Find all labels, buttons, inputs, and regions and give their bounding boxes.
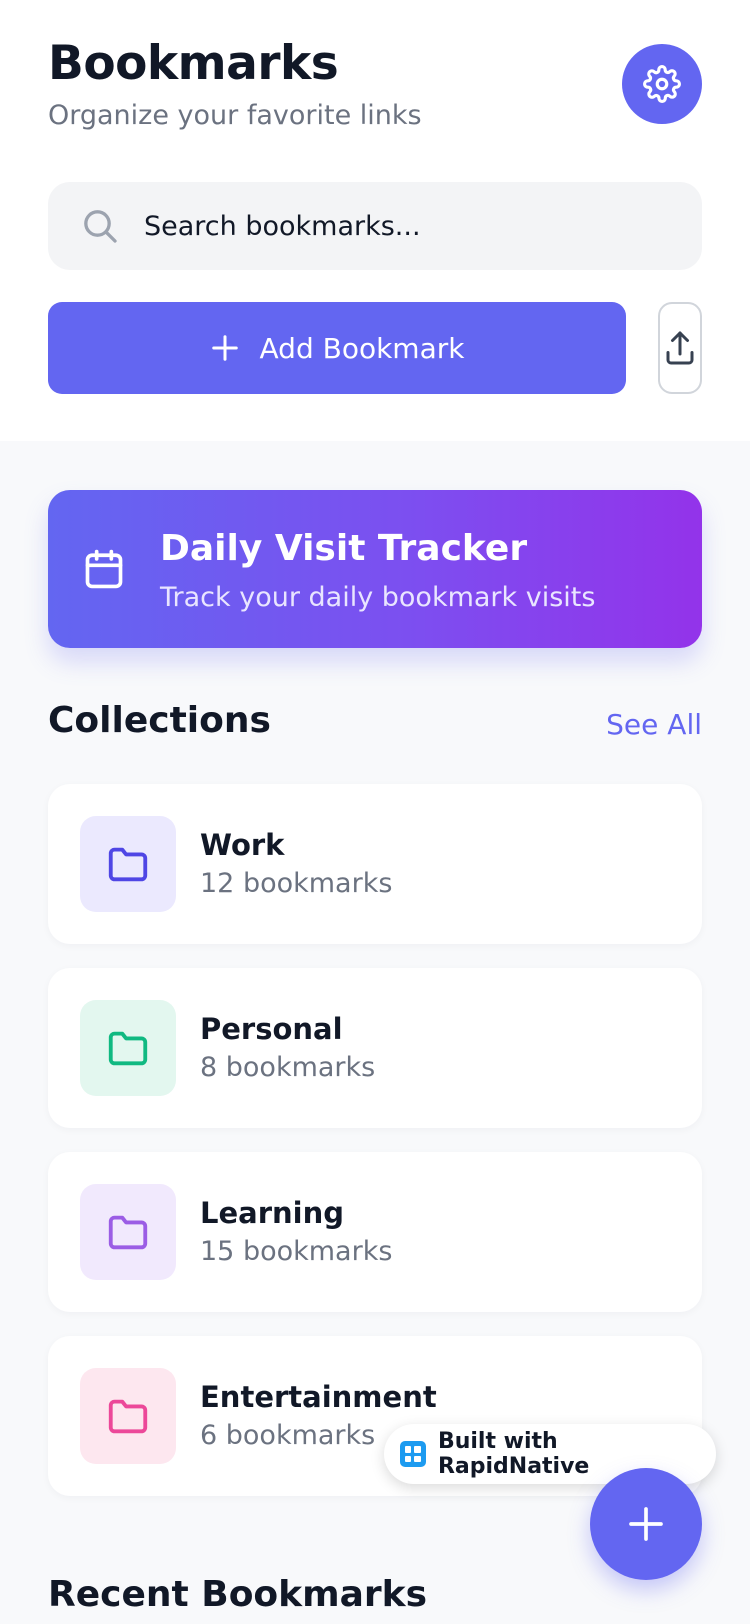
plus-icon [629, 1507, 663, 1541]
collection-count: 6 bookmarks [200, 1420, 376, 1451]
collection-icon-tile [80, 1368, 176, 1464]
settings-button[interactable] [622, 44, 702, 124]
add-bookmark-label: Add Bookmark [259, 331, 465, 365]
collection-count: 12 bookmarks [200, 868, 393, 899]
tracker-subtitle: Track your daily bookmark visits [160, 582, 596, 613]
search-input[interactable] [144, 182, 684, 270]
folder-icon [108, 847, 148, 882]
gear-icon [643, 65, 681, 103]
plus-icon [211, 335, 238, 361]
rapidnative-logo-icon [400, 1441, 426, 1467]
collection-count: 15 bookmarks [200, 1236, 393, 1267]
page-subtitle: Organize your favorite links [48, 100, 422, 131]
collection-count: 8 bookmarks [200, 1052, 376, 1083]
collection-name: Work [200, 828, 285, 862]
header-section: Bookmarks Organize your favorite links A… [0, 0, 750, 441]
collection-card[interactable]: Learning 15 bookmarks [48, 1152, 702, 1312]
add-bookmark-button[interactable]: Add Bookmark [48, 302, 626, 394]
collection-name: Personal [200, 1012, 343, 1046]
page-title: Bookmarks [48, 36, 339, 91]
floating-add-button[interactable] [590, 1468, 702, 1580]
collection-icon-tile [80, 816, 176, 912]
folder-icon [108, 1031, 148, 1066]
upload-icon [666, 331, 694, 365]
calendar-icon [85, 549, 123, 589]
recent-bookmarks-heading: Recent Bookmarks [48, 1574, 428, 1615]
folder-icon [108, 1399, 148, 1434]
upload-button[interactable] [658, 302, 702, 394]
collection-icon-tile [80, 1000, 176, 1096]
daily-visit-tracker-card[interactable]: Daily Visit Tracker Track your daily boo… [48, 490, 702, 648]
search-icon [84, 210, 117, 243]
collection-name: Learning [200, 1196, 345, 1230]
collections-list: Work 12 bookmarks Personal 8 bookmarks Learn… [48, 784, 702, 1520]
badge-label: Built with RapidNative [437, 1429, 590, 1479]
tracker-title: Daily Visit Tracker [160, 528, 528, 569]
search-bar [48, 182, 702, 270]
see-all-link[interactable]: See All [606, 708, 702, 741]
collection-name: Entertainment [200, 1380, 437, 1414]
collections-heading: Collections [48, 700, 271, 741]
folder-icon [108, 1215, 148, 1250]
collection-icon-tile [80, 1184, 176, 1280]
collection-card[interactable]: Work 12 bookmarks [48, 784, 702, 944]
collection-card[interactable]: Personal 8 bookmarks [48, 968, 702, 1128]
